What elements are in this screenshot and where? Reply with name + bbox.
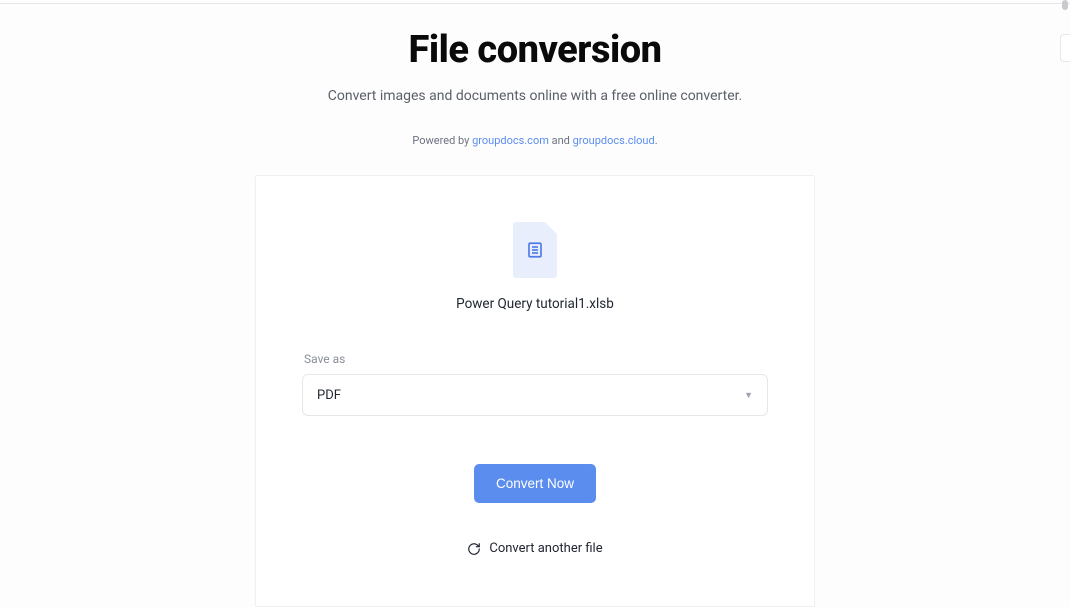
file-name: Power Query tutorial1.xlsb xyxy=(456,296,614,312)
powered-by-line: Powered by groupdocs.com and groupdocs.c… xyxy=(412,134,657,147)
powered-and: and xyxy=(549,134,573,147)
convert-now-button[interactable]: Convert Now xyxy=(474,464,596,503)
top-divider xyxy=(0,3,1070,4)
powered-link-groupdocs-cloud[interactable]: groupdocs.cloud xyxy=(573,134,655,147)
page-subtitle: Convert images and documents online with… xyxy=(328,88,742,104)
chevron-down-icon: ▼ xyxy=(744,390,753,401)
side-tab[interactable] xyxy=(1060,34,1070,62)
main-container: File conversion Convert images and docum… xyxy=(0,0,1070,607)
conversion-card: Power Query tutorial1.xlsb Save as PDF ▼… xyxy=(255,175,815,607)
format-select[interactable]: PDF ▼ xyxy=(302,374,768,416)
powered-suffix: . xyxy=(655,134,658,147)
page-title: File conversion xyxy=(409,28,662,72)
convert-another-label: Convert another file xyxy=(489,541,602,556)
convert-another-link[interactable]: Convert another file xyxy=(467,541,602,556)
scrollbar-thumb[interactable] xyxy=(1062,0,1068,10)
format-selected-value: PDF xyxy=(317,388,341,403)
refresh-icon xyxy=(467,542,481,556)
powered-prefix: Powered by xyxy=(412,134,472,147)
document-icon xyxy=(526,241,544,259)
powered-link-groupdocs-com[interactable]: groupdocs.com xyxy=(472,134,549,147)
save-as-field: Save as PDF ▼ xyxy=(302,352,768,464)
file-icon xyxy=(513,222,557,278)
save-as-label: Save as xyxy=(302,352,345,366)
